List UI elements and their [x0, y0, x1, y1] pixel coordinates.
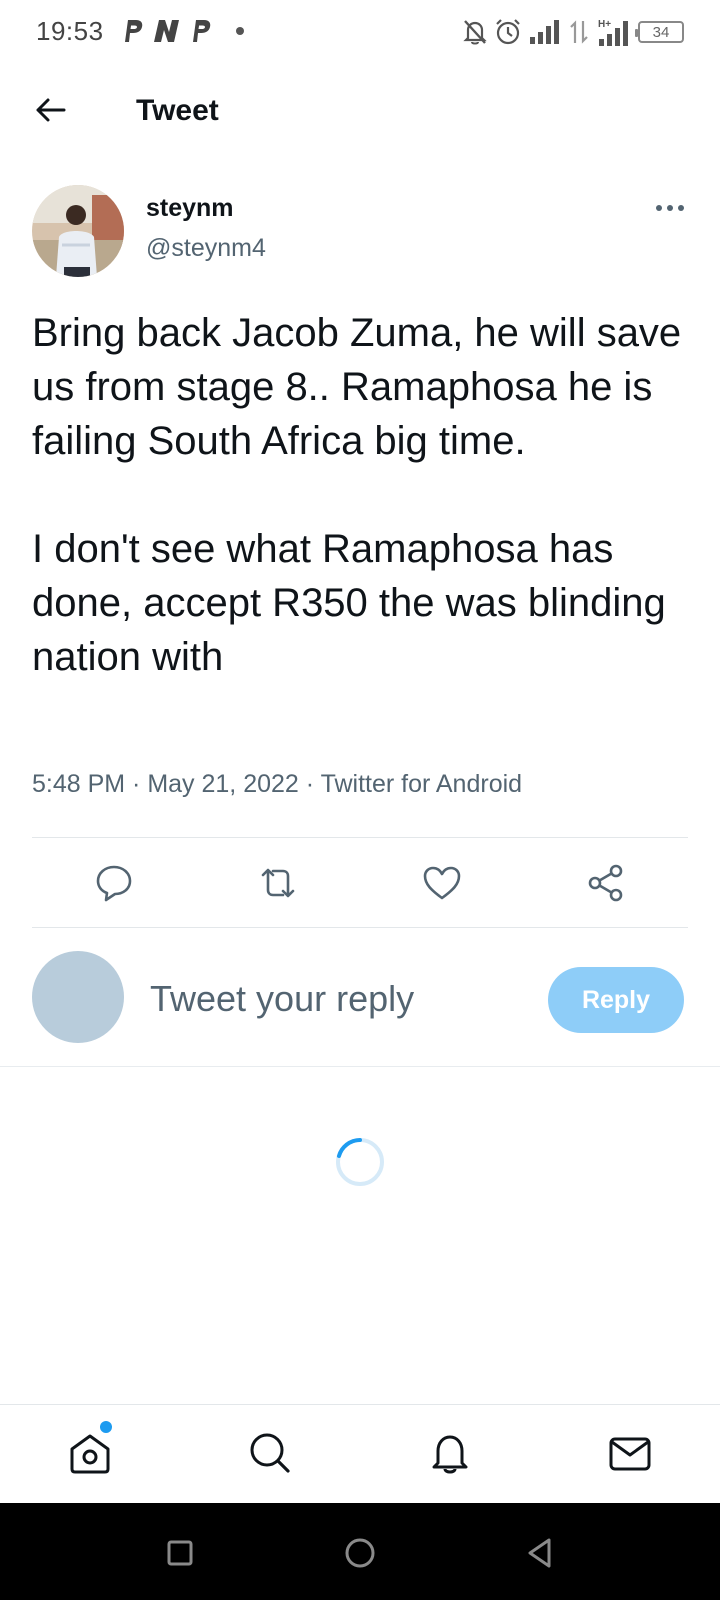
- signal-icon: [530, 20, 559, 44]
- tweet-actions: [0, 838, 720, 926]
- status-bar: 19:53 H+ 34: [0, 0, 720, 64]
- top-app-bar: Tweet: [0, 72, 720, 152]
- n-icon: [154, 20, 179, 42]
- messages-icon[interactable]: [606, 1429, 654, 1477]
- svg-text:H+: H+: [598, 19, 611, 30]
- notifications-icon[interactable]: [426, 1429, 474, 1477]
- search-icon[interactable]: [246, 1429, 294, 1477]
- home-notification-dot: [100, 1421, 112, 1433]
- data-icon: [570, 20, 588, 44]
- share-icon[interactable]: [585, 862, 627, 904]
- reply-input[interactable]: [150, 976, 530, 1022]
- author-avatar[interactable]: [32, 185, 124, 277]
- loading-spinner-icon: [336, 1138, 384, 1186]
- bottom-nav: [0, 1405, 720, 1503]
- recents-icon[interactable]: [162, 1535, 198, 1571]
- divider: [32, 927, 688, 928]
- status-system-icons: H+ 34: [462, 16, 684, 48]
- alarm-icon: [496, 19, 520, 45]
- signal-h-plus-icon: H+: [598, 19, 628, 46]
- status-app-icons: [122, 14, 244, 48]
- battery-icon: 34: [635, 21, 684, 43]
- bell-off-icon: [463, 20, 487, 45]
- p-icon: [193, 20, 211, 42]
- retweet-icon[interactable]: [257, 862, 299, 904]
- more-options-icon[interactable]: [652, 196, 688, 220]
- author-photo: [32, 185, 124, 277]
- reply-icon[interactable]: [93, 862, 135, 904]
- divider: [0, 1066, 720, 1067]
- home-icon[interactable]: [66, 1429, 114, 1477]
- battery-level: 34: [652, 23, 670, 41]
- author-name[interactable]: steynm: [146, 194, 234, 223]
- back-arrow-icon[interactable]: [30, 90, 70, 130]
- notification-dot: [236, 27, 244, 35]
- reply-button[interactable]: Reply: [548, 967, 684, 1033]
- back-button-icon[interactable]: [522, 1535, 558, 1571]
- current-user-avatar: [32, 951, 124, 1043]
- tweet-timestamp: 5:48 PM · May 21, 2022 · Twitter for And…: [32, 770, 523, 798]
- system-navigation-bar: [0, 1503, 720, 1600]
- tweet-text: Bring back Jacob Zuma, he will save us f…: [32, 311, 682, 679]
- author-handle[interactable]: @steynm4: [146, 234, 266, 263]
- p-icon: [125, 20, 143, 42]
- status-time: 19:53: [36, 16, 104, 46]
- home-button-icon[interactable]: [342, 1535, 378, 1571]
- like-icon[interactable]: [421, 862, 463, 904]
- page-title: Tweet: [136, 94, 219, 127]
